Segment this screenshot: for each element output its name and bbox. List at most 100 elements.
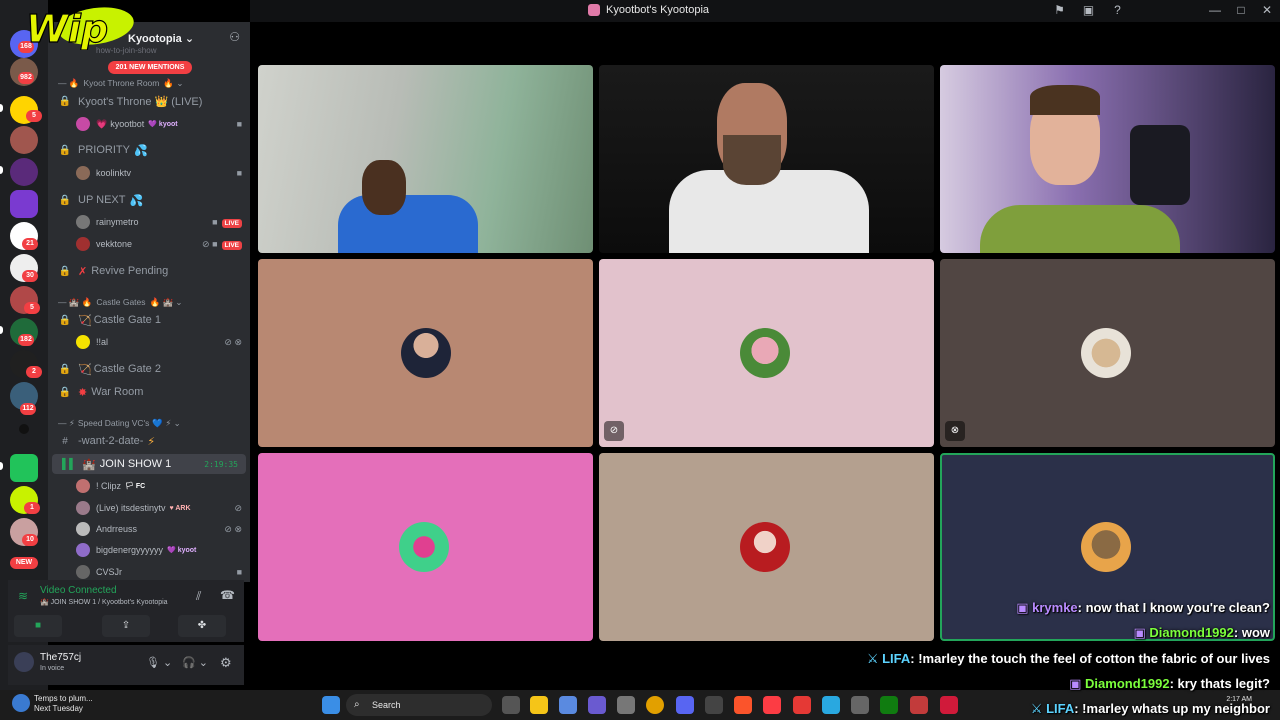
start-icon[interactable] (322, 696, 340, 714)
badge: 5 (26, 110, 42, 122)
store-icon[interactable] (617, 696, 635, 714)
app-icon[interactable] (910, 696, 928, 714)
taskbar-search[interactable]: ⌕ Search (346, 694, 492, 716)
chat-message: ▣ krymke: now that I know you're clean? (1016, 600, 1270, 615)
avatar[interactable] (14, 652, 34, 672)
new-badge[interactable]: NEW (10, 557, 38, 569)
voice-user[interactable]: !!al ⊘ ⊗ (48, 332, 250, 352)
video-tile[interactable] (258, 65, 593, 253)
flag-icon[interactable]: ⚑ (1052, 3, 1067, 18)
teams-icon[interactable] (588, 696, 606, 714)
svg-text:Wip: Wip (26, 7, 108, 50)
live-badge: LIVE (221, 219, 242, 228)
video-tile[interactable] (940, 65, 1275, 253)
channel-upnext[interactable]: 🔒 UP NEXT 💦 (48, 190, 250, 210)
channel-castle-1[interactable]: 🔒 🏹 Castle Gate 1 (48, 310, 250, 330)
lock-icon: 🔒 (58, 386, 72, 398)
voice-user[interactable]: koolinktv ■ (48, 163, 250, 183)
voice-user[interactable]: 💗 kyootbot 💜 kyoot ■ (48, 114, 250, 134)
server-name[interactable]: Kyootopia ⌄ (128, 32, 194, 45)
voice-status[interactable]: Video Connected (40, 585, 117, 596)
app-icon[interactable] (851, 696, 869, 714)
badge: 30 (22, 270, 38, 282)
lock-icon: 🔒 (58, 363, 72, 375)
chat-badge-icon: ▣ (1133, 625, 1150, 640)
inbox-icon[interactable]: ▣ (1081, 3, 1096, 18)
server-icon[interactable] (19, 424, 29, 434)
voice-user[interactable]: vekktone ⊘ ■ LIVE (48, 234, 250, 254)
xbox-icon[interactable] (880, 696, 898, 714)
badge: 5 (24, 302, 40, 314)
task-view-icon[interactable] (502, 696, 520, 714)
voice-user[interactable]: bigdenergyyyyyy 💜 kyoot (48, 540, 250, 560)
user-name[interactable]: The757cj (40, 652, 81, 663)
headphones-icon[interactable]: 🎧 ⌄ (182, 656, 208, 669)
badge: 1 (24, 502, 40, 514)
microphone-icon[interactable]: 🎙 ⌄ (146, 656, 172, 669)
add-member-icon[interactable]: ⚇ (229, 30, 240, 44)
sword-icon: ⚔ (1030, 701, 1047, 716)
weather-widget[interactable]: Temps to plum... Next Tuesday (34, 694, 93, 714)
unread-pill (0, 462, 3, 470)
title-bar: Kyootbot's Kyootopia ⚑ ▣ ? — □ ✕ (250, 0, 1280, 22)
settings-gear-icon[interactable]: ⚙ (220, 655, 232, 671)
file-explorer-icon[interactable] (530, 696, 548, 714)
minimize-button[interactable]: — (1202, 0, 1228, 22)
window-title: Kyootbot's Kyootopia (588, 4, 709, 16)
category-throne[interactable]: — 🔥 Kyoot Throne Room 🔥 ⌄ (48, 73, 250, 93)
avatar-tile[interactable] (599, 453, 934, 641)
brave-icon[interactable] (734, 696, 752, 714)
chrome-icon[interactable] (646, 696, 664, 714)
video-tile[interactable] (599, 65, 934, 253)
new-mentions-pill[interactable]: 201 NEW MENTIONS (108, 61, 192, 74)
server-icon[interactable] (10, 158, 38, 186)
voice-user[interactable]: ! Clipz 🏳 FC (48, 476, 250, 496)
channel-castle-2[interactable]: 🔒 🏹 Castle Gate 2 (48, 359, 250, 379)
weather-icon[interactable] (12, 694, 30, 712)
lock-icon: 🔒 (58, 194, 72, 206)
avatar-tile[interactable]: ⊘ (599, 259, 934, 447)
channel-join-show-1[interactable]: ▌▌ 🏰 JOIN SHOW 1 2:19:35 (52, 454, 246, 474)
user-status: In voice (40, 665, 65, 672)
channel-revive[interactable]: 🔒 ✗ Revive Pending (48, 261, 250, 281)
lock-icon: 🔒 (58, 144, 72, 156)
channel-war-room[interactable]: 🔒 ✸ War Room (48, 382, 250, 402)
noise-suppression-icon[interactable]: ⫽ (196, 589, 201, 604)
camera-icon: ■ (236, 567, 242, 577)
close-button[interactable]: ✕ (1254, 0, 1280, 22)
avatar-tile[interactable] (258, 259, 593, 447)
server-icon[interactable] (10, 454, 38, 482)
channel-throne[interactable]: 🔒 Kyoot's Throne 👑 (LIVE) (48, 91, 250, 111)
unread-pill (0, 104, 3, 112)
music-icon[interactable] (763, 696, 781, 714)
voice-user[interactable]: CVSJr ■ (48, 562, 250, 582)
maximize-button[interactable]: □ (1228, 0, 1254, 22)
category-castle[interactable]: — 🏰 🔥 Castle Gates 🔥 🏰 ⌄ (48, 292, 250, 312)
hash-icon: # (62, 435, 68, 447)
copilot-icon[interactable] (559, 696, 577, 714)
voice-channel[interactable]: 🏰 JOIN SHOW 1 / Kyootbot's Kyootopia (40, 598, 168, 606)
category-speed-dating[interactable]: — ⚡ Speed Dating VC's 💙 ⚡ ⌄ (48, 413, 250, 433)
app-icon[interactable] (793, 696, 811, 714)
voice-user[interactable]: Andrreuss ⊘ ⊗ (48, 519, 250, 539)
discord-icon[interactable] (676, 696, 694, 714)
screenshare-button[interactable]: ⇪ (102, 615, 150, 637)
channel-want-2-date[interactable]: # -want-2-date- ⚡ (48, 431, 250, 451)
signal-icon[interactable]: ≋ (18, 589, 28, 603)
obs-icon[interactable] (705, 696, 723, 714)
server-icon[interactable] (10, 190, 38, 218)
app-icon[interactable] (940, 696, 958, 714)
avatar (740, 328, 790, 378)
camera-button[interactable]: ■ (14, 615, 62, 637)
activities-button[interactable]: ✤ (178, 615, 226, 637)
avatar-tile[interactable]: ⊗ (940, 259, 1275, 447)
avatar (399, 522, 449, 572)
avatar-tile[interactable] (258, 453, 593, 641)
voice-user[interactable]: rainymetro ■ LIVE (48, 212, 250, 232)
app-icon[interactable] (822, 696, 840, 714)
disconnect-icon[interactable]: ☎ (220, 588, 235, 602)
voice-user[interactable]: (Live) itsdestinytv ♥ ARK ⊘ (48, 498, 250, 518)
channel-priority[interactable]: 🔒 PRIORITY 💦 (48, 140, 250, 160)
help-icon[interactable]: ? (1110, 3, 1125, 18)
server-icon[interactable] (10, 126, 38, 154)
